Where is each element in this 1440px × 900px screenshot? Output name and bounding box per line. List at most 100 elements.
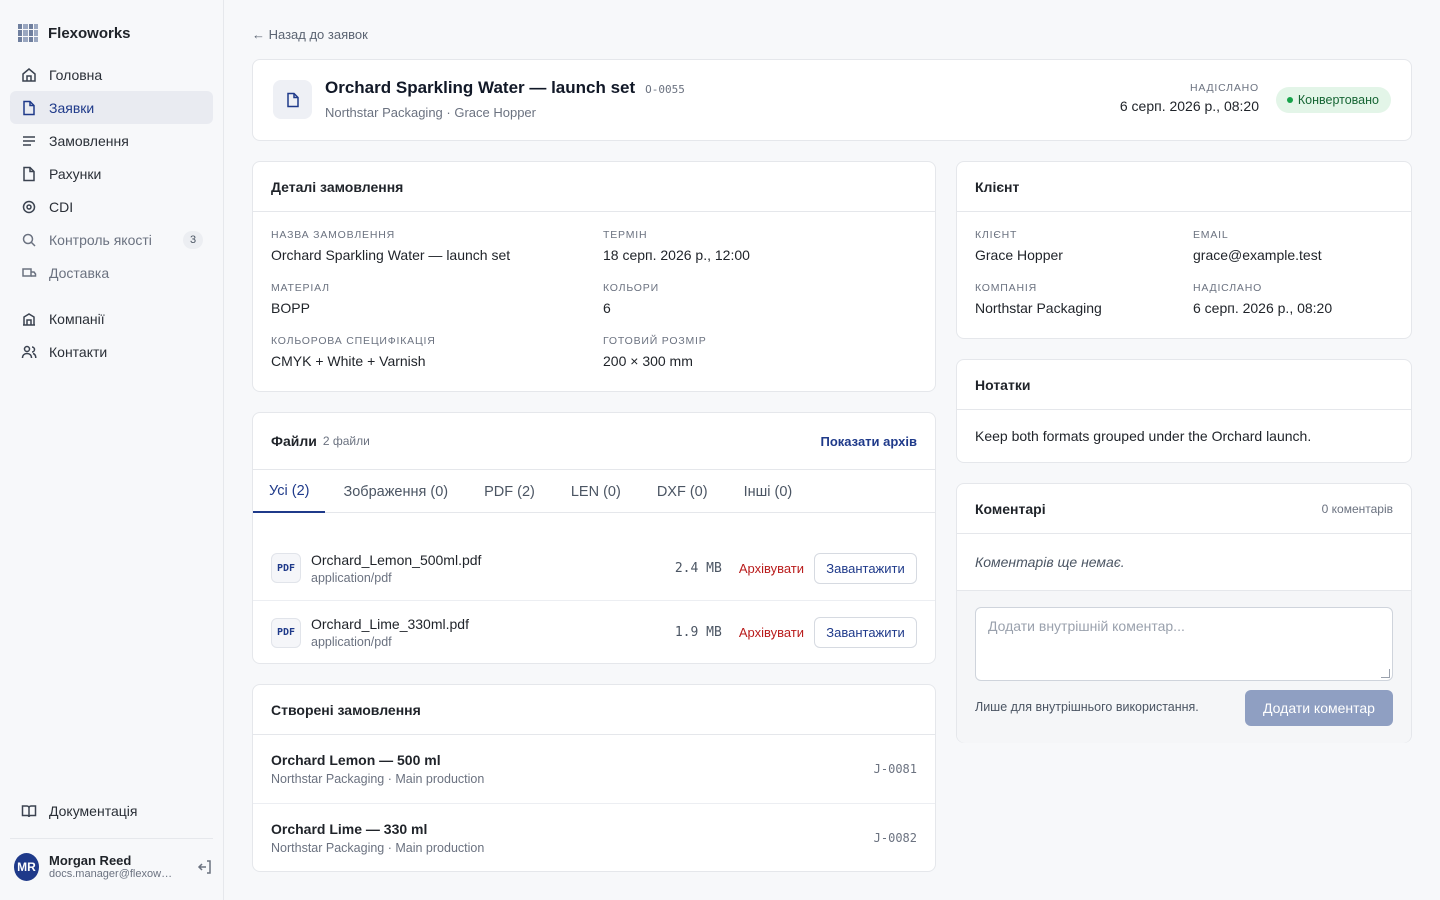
tab-dxf[interactable]: DXF (0)	[639, 470, 726, 513]
tab-images[interactable]: Зображення (0)	[325, 470, 466, 513]
file-info: Orchard_Lime_330ml.pdf application/pdf	[311, 616, 469, 649]
file-icon	[20, 99, 37, 116]
comments-count: 0 коментарів	[1321, 501, 1393, 516]
sidebar-item-label: Замовлення	[49, 132, 129, 149]
pdf-file-icon: PDF	[271, 553, 301, 583]
field-order-name: НАЗВА ЗАМОВЛЕННЯ Orchard Sparkling Water…	[271, 229, 510, 263]
request-subtitle: Northstar Packaging · Grace Hopper	[325, 105, 536, 120]
archive-button[interactable]: Архівувати	[739, 561, 804, 576]
order-text: Orchard Lemon — 500 ml Northstar Packagi…	[271, 752, 484, 786]
field-value: Northstar Packaging	[975, 300, 1102, 316]
created-orders-header: Створені замовлення	[253, 685, 935, 735]
sidebar-item-label: Рахунки	[49, 165, 102, 182]
sidebar-item-delivery[interactable]: Доставка	[10, 256, 213, 289]
brand[interactable]: Flexoworks	[18, 22, 131, 44]
file-mime: application/pdf	[311, 635, 392, 649]
field-value[interactable]: grace@example.test	[1193, 247, 1322, 263]
order-title: Orchard Lemon — 500 ml	[271, 752, 441, 768]
field-label: КОЛЬОРОВА СПЕЦИФІКАЦІЯ	[271, 335, 436, 347]
created-orders-card: Створені замовлення Orchard Lemon — 500 …	[252, 684, 936, 872]
order-row[interactable]: Orchard Lemon — 500 ml Northstar Packagi…	[253, 735, 935, 803]
field-value: 6	[603, 300, 611, 316]
comments-title: Коментарі	[975, 500, 1046, 517]
tab-all[interactable]: Усі (2)	[253, 470, 326, 513]
notes-card: Нотатки Keep both formats grouped under …	[956, 359, 1412, 463]
files-card: Файли 2 файли Показати архів Усі (2) Зоб…	[252, 412, 936, 664]
sidebar-item-quality-control[interactable]: Контроль якості 3	[10, 223, 213, 256]
notes-header: Нотатки	[957, 360, 1411, 410]
sidebar-item-label: CDI	[49, 198, 74, 215]
sidebar-main-nav: Головна Заявки Замовлення Рахунки CDI Ко…	[10, 58, 213, 289]
download-button[interactable]: Завантажити	[814, 552, 917, 584]
sidebar-item-cdi[interactable]: CDI	[10, 190, 213, 223]
files-title: Файли	[271, 433, 317, 449]
order-code: J-0081	[873, 762, 917, 776]
file-name[interactable]: Orchard_Lime_330ml.pdf	[311, 616, 469, 632]
order-subtitle: Northstar Packaging · Main production	[271, 772, 485, 786]
file-size: 1.9 MB	[674, 625, 722, 640]
add-comment-button[interactable]: Додати коментар	[1245, 690, 1393, 726]
field-label: КОМПАНІЯ	[975, 282, 1037, 294]
tab-len[interactable]: LEN (0)	[553, 470, 639, 513]
field-sent: НАДІСЛАНО 6 серп. 2026 р., 08:20	[1193, 282, 1332, 316]
archive-button[interactable]: Архівувати	[739, 625, 804, 640]
sidebar-item-orders[interactable]: Замовлення	[10, 124, 213, 157]
request-title: Orchard Sparkling Water — launch set	[325, 78, 636, 97]
sidebar-item-documentation[interactable]: Документація	[10, 794, 213, 827]
sidebar-item-companies[interactable]: Компанії	[10, 302, 213, 335]
order-details-title: Деталі замовлення	[271, 178, 404, 195]
client-title: Клієнт	[975, 178, 1020, 195]
order-details-card: Деталі замовлення НАЗВА ЗАМОВЛЕННЯ Orcha…	[252, 161, 936, 392]
brand-name: Flexoworks	[48, 24, 131, 42]
user-name: Morgan Reed	[49, 853, 132, 868]
sidebar-item-requests[interactable]: Заявки	[10, 91, 213, 124]
file-name[interactable]: Orchard_Lemon_500ml.pdf	[311, 552, 481, 568]
field-material: МАТЕРІАЛ BOPP	[271, 282, 330, 316]
request-code: O-0055	[645, 83, 685, 96]
sent-date: 6 серп. 2026 р., 08:20	[1119, 98, 1259, 114]
comment-textarea[interactable]: Додати внутрішній коментар...	[975, 607, 1393, 681]
field-label: МАТЕРІАЛ	[271, 282, 330, 294]
status-badge: Конвертовано	[1275, 87, 1391, 113]
book-icon	[20, 802, 37, 819]
show-archive-link[interactable]: Показати архів	[820, 434, 917, 449]
notes-text: Keep both formats grouped under the Orch…	[975, 428, 1312, 444]
sidebar-item-contacts[interactable]: Контакти	[10, 335, 213, 368]
back-to-requests-link[interactable]: ← Назад до заявок	[252, 27, 368, 42]
field-value: 18 серп. 2026 р., 12:00	[603, 247, 750, 263]
field-label: КЛІЄНТ	[975, 229, 1018, 241]
client-card: Клієнт КЛІЄНТ Grace Hopper EMAIL grace@e…	[956, 161, 1412, 339]
tab-pdf[interactable]: PDF (2)	[466, 470, 553, 513]
file-row: PDF Orchard_Lime_330ml.pdf application/p…	[253, 600, 935, 664]
field-label: EMAIL	[1193, 229, 1229, 241]
field-client: КЛІЄНТ Grace Hopper	[975, 229, 1063, 263]
sidebar-item-home[interactable]: Головна	[10, 58, 213, 91]
field-company: КОМПАНІЯ Northstar Packaging	[975, 282, 1102, 316]
users-icon	[20, 343, 37, 360]
sidebar-item-invoices[interactable]: Рахунки	[10, 157, 213, 190]
sidebar: Flexoworks Головна Заявки Замовлення Рах…	[0, 0, 224, 900]
download-button[interactable]: Завантажити	[814, 617, 917, 648]
building-icon	[20, 310, 37, 327]
field-label: НАДІСЛАНО	[1193, 282, 1263, 294]
pdf-file-icon: PDF	[271, 617, 301, 648]
field-label: ТЕРМІН	[603, 229, 648, 241]
created-orders-title: Створені замовлення	[271, 701, 421, 718]
count-badge: 3	[183, 230, 203, 249]
logout-icon[interactable]	[197, 859, 213, 875]
file-info: Orchard_Lemon_500ml.pdf application/pdf	[311, 552, 481, 585]
file-size: 2.4 MB	[674, 560, 722, 576]
comments-header: Коментарі 0 коментарів	[957, 484, 1411, 534]
field-label: КОЛЬОРИ	[603, 282, 659, 294]
page-title: Orchard Sparkling Water — launch set O-0…	[325, 78, 685, 98]
field-value: Orchard Sparkling Water — launch set	[271, 247, 511, 263]
tab-other[interactable]: Інші (0)	[726, 470, 811, 513]
field-value: 6 серп. 2026 р., 08:20	[1193, 300, 1333, 316]
field-value: 200 × 300 mm	[603, 353, 693, 369]
list-icon	[20, 132, 37, 149]
order-row[interactable]: Orchard Lime — 330 ml Northstar Packagin…	[253, 803, 935, 871]
comment-composer: Додати внутрішній коментар... Лише для в…	[957, 591, 1411, 743]
user-profile[interactable]: MR Morgan Reed docs.manager@flexoworks.t…	[10, 838, 213, 894]
avatar: MR	[14, 852, 39, 881]
comments-card: Коментарі 0 коментарів Коментарів ще нем…	[956, 483, 1412, 743]
